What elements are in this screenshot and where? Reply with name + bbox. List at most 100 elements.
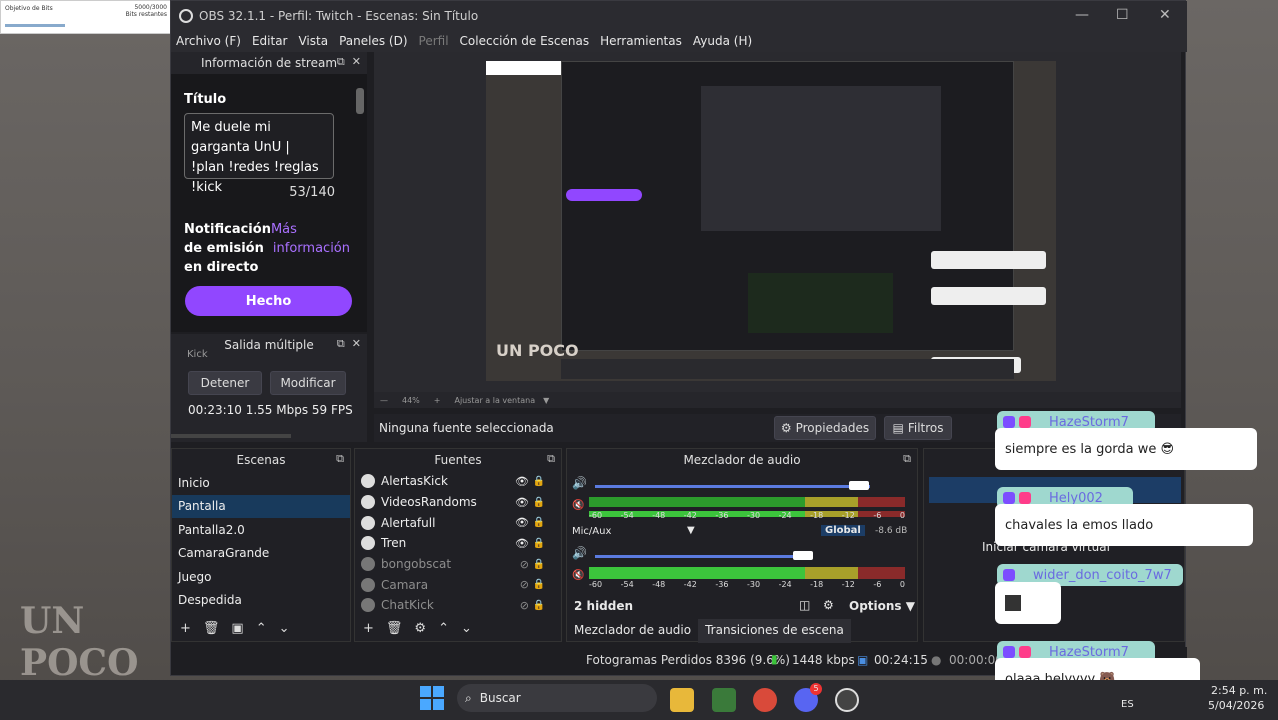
speaker-icon[interactable]: 🔊 [572,476,587,490]
add-icon[interactable]: + [363,621,374,636]
eye-icon[interactable]: 👁 [515,537,529,550]
filter-icon[interactable]: ▣ [231,621,243,636]
eye-hidden-icon[interactable]: ⊘ [520,558,529,571]
scene-item[interactable]: Pantalla2.0 [172,518,350,542]
multi-output-dock: Salida múltiple ⧉ ✕ Kick Detener Modific… [171,334,367,442]
eye-icon[interactable]: 👁 [515,516,529,529]
menu-herramientas[interactable]: Herramientas [600,34,682,48]
minimize-button[interactable]: — [1075,7,1089,23]
tab-transitions[interactable]: Transiciones de escena [698,619,851,643]
source-item[interactable]: bongobscat ⊘ 🔒 [355,554,561,575]
eye-hidden-icon[interactable]: ⊘ [520,578,529,591]
scenes-toolbar: + 🗑 ▣ ⌃ ⌄ [172,615,350,641]
done-button[interactable]: Hecho [185,286,352,316]
windows-start-icon[interactable] [420,686,444,710]
stop-button[interactable]: Detener [188,371,262,395]
gear-icon[interactable]: ⚙ [823,598,834,612]
badge-icon [1003,569,1015,581]
mute-icon[interactable]: 🔇 [572,570,584,581]
eye-icon[interactable]: 👁 [515,496,529,509]
obs-taskbar-icon[interactable] [835,688,859,712]
lock-icon[interactable]: 🔒 [533,497,545,508]
lock-icon[interactable]: 🔒 [533,559,545,570]
file-explorer-icon[interactable] [670,688,694,712]
app-icon[interactable] [712,688,736,712]
zoom-in-button[interactable]: + [434,396,441,405]
dock-float-close-icons[interactable]: ⧉ ✕ [337,337,361,351]
lock-icon[interactable]: 🔒 [533,476,545,487]
volume-slider-2[interactable] [595,555,805,558]
chrome-icon[interactable] [753,688,777,712]
add-icon[interactable]: + [180,621,191,636]
chevron-down-icon[interactable]: ▼ [687,525,695,536]
gear-icon[interactable]: ⚙ [414,621,426,636]
maximize-button[interactable]: ☐ [1116,7,1129,23]
source-item[interactable]: Tren 👁 🔒 [355,533,561,554]
menu-vista[interactable]: Vista [298,34,328,48]
options-button[interactable]: Options ▼ [849,599,915,613]
close-button[interactable]: ✕ [1159,7,1171,23]
global-badge[interactable]: Global [821,525,865,536]
up-icon[interactable]: ⌃ [438,621,449,636]
filters-button[interactable]: ▤ Filtros [884,416,952,440]
lock-icon[interactable]: 🔒 [533,600,545,611]
preview-canvas[interactable]: UN POCO [374,52,1181,392]
hidden-count[interactable]: 2 hidden [574,599,633,613]
source-item[interactable]: AlertasKick 👁 🔒 [355,471,561,492]
volume-handle-1[interactable] [849,481,869,490]
more-info-link[interactable]: Más [271,222,297,237]
source-item[interactable]: VideosRandoms 👁 🔒 [355,492,561,513]
dock-menu-icon[interactable]: ⧉ [336,452,344,466]
dock-menu-icon[interactable]: ⧉ [547,452,555,466]
source-item[interactable]: Alertafull 👁 🔒 [355,512,561,533]
layout-icon[interactable]: ◫ [799,598,810,612]
volume-slider-1[interactable] [595,485,870,488]
lock-icon[interactable]: 🔒 [533,538,545,549]
source-item[interactable]: ChatKick ⊘ 🔒 [355,595,561,616]
clock-date[interactable]: 5/04/2026 [1208,699,1264,712]
menu-editar[interactable]: Editar [252,34,288,48]
dock-float-close-icons[interactable]: ⧉ ✕ [337,55,361,69]
menu-coleccion[interactable]: Colección de Escenas [460,34,590,48]
fit-window-label[interactable]: Ajustar a la ventana [454,396,535,405]
volume-handle-2[interactable] [793,551,813,560]
stream-title-input[interactable]: Me duele mi garganta UnU | !plan !redes … [184,113,334,195]
source-type-icon [361,474,375,489]
trash-icon[interactable]: 🗑 [203,621,220,636]
down-icon[interactable]: ⌄ [461,621,472,636]
language-indicator[interactable]: ES [1121,699,1134,710]
scene-item[interactable]: Despedida [172,589,350,613]
eye-icon[interactable]: 👁 [515,475,529,488]
menu-paneles[interactable]: Paneles (D) [339,34,407,48]
zoom-out-button[interactable]: — [380,396,388,405]
mute-icon[interactable]: 🔇 [572,500,584,511]
scene-item[interactable]: CamaraGrande [172,542,350,566]
tab-audio-mixer[interactable]: Mezclador de audio [567,619,698,643]
stream-info-scrollbar[interactable] [356,88,364,114]
title-label: Título [184,92,227,107]
menu-archivo[interactable]: Archivo (F) [176,34,241,48]
scene-item[interactable]: Juego [172,565,350,589]
trash-icon[interactable]: 🗑 [386,621,403,636]
meter-scale-1: -60 -54 -48 -42 -36 -30 -24 -18 -12 -6 0 [589,511,905,520]
info-link[interactable]: información [273,241,350,256]
scene-item[interactable]: Inicio [172,471,350,495]
down-icon[interactable]: ⌄ [279,621,290,636]
eye-hidden-icon[interactable]: ⊘ [520,599,529,612]
up-icon[interactable]: ⌃ [256,621,267,636]
zoom-dropdown-icon[interactable]: ▼ [543,396,549,405]
modify-button[interactable]: Modificar [270,371,346,395]
speaker-icon[interactable]: 🔊 [572,546,587,560]
lock-icon[interactable]: 🔒 [533,517,545,528]
dock-menu-icon[interactable]: ⧉ [903,452,911,466]
properties-button[interactable]: ⚙ Propiedades [774,416,876,440]
title-bar: OBS 32.1.1 - Perfil: Twitch - Escenas: S… [171,1,1187,30]
taskbar-search[interactable]: ⌕ Buscar [457,684,657,712]
scene-item-selected[interactable]: Pantalla [172,494,350,518]
source-item[interactable]: Camara ⊘ 🔒 [355,574,561,595]
lock-icon[interactable]: 🔒 [533,579,545,590]
multi-output-scrollbar[interactable] [171,434,291,438]
menu-ayuda[interactable]: Ayuda (H) [693,34,752,48]
clock-time[interactable]: 2:54 p. m. [1211,684,1267,697]
discord-badge: 5 [810,683,822,695]
